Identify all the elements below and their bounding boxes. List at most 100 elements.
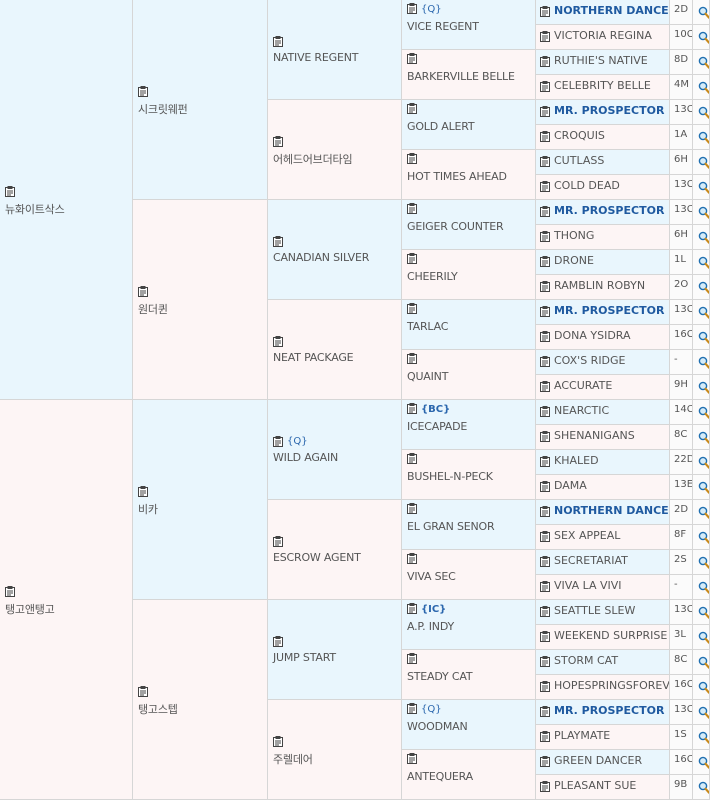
- clipboard-icon[interactable]: [540, 331, 550, 342]
- horse-name[interactable]: SECRETARIAT: [554, 554, 628, 567]
- clipboard-icon[interactable]: [407, 403, 417, 414]
- magnifier-icon[interactable]: [698, 306, 709, 319]
- clipboard-icon[interactable]: [540, 581, 550, 592]
- magnifier-icon[interactable]: [698, 606, 709, 619]
- clipboard-icon[interactable]: [540, 106, 550, 117]
- magnifier-icon[interactable]: [698, 631, 709, 644]
- clipboard-icon[interactable]: [273, 336, 283, 347]
- magnifier-icon[interactable]: [698, 131, 709, 144]
- gen5-horse-cell[interactable]: CUTLASS: [536, 150, 670, 175]
- clipboard-icon[interactable]: [540, 356, 550, 367]
- magnifier-icon[interactable]: [698, 231, 709, 244]
- search-cell[interactable]: [693, 550, 710, 575]
- gen5-horse-cell[interactable]: DAMA: [536, 475, 670, 500]
- gen4-horse-cell[interactable]: GOLD ALERT: [402, 100, 536, 150]
- horse-name[interactable]: A.P. INDY: [407, 620, 454, 633]
- horse-name[interactable]: GEIGER COUNTER: [407, 220, 504, 233]
- gen4-horse-cell[interactable]: ANTEQUERA: [402, 750, 536, 800]
- horse-name[interactable]: VICTORIA REGINA: [554, 29, 652, 42]
- gen5-horse-cell[interactable]: ACCURATE: [536, 375, 670, 400]
- horse-name[interactable]: QUAINT: [407, 370, 448, 383]
- search-cell[interactable]: [693, 275, 710, 300]
- search-cell[interactable]: [693, 0, 710, 25]
- search-cell[interactable]: [693, 175, 710, 200]
- magnifier-icon[interactable]: [698, 556, 709, 569]
- magnifier-icon[interactable]: [698, 256, 709, 269]
- clipboard-icon[interactable]: [540, 156, 550, 167]
- gen3-horse-cell[interactable]: 주렐데어: [268, 700, 402, 800]
- magnifier-icon[interactable]: [698, 406, 709, 419]
- horse-name[interactable]: NATIVE REGENT: [273, 51, 358, 64]
- horse-name[interactable]: CROQUIS: [554, 129, 605, 142]
- horse-name[interactable]: VICE REGENT: [407, 20, 479, 33]
- horse-name[interactable]: 뉴화이트삭스: [5, 201, 65, 217]
- horse-name[interactable]: STORM CAT: [554, 654, 618, 667]
- gen5-horse-cell[interactable]: PLAYMATE: [536, 725, 670, 750]
- clipboard-icon[interactable]: [540, 631, 550, 642]
- gen5-horse-cell[interactable]: SHENANIGANS: [536, 425, 670, 450]
- gen2-horse-cell[interactable]: 탱고스텝: [133, 600, 268, 800]
- horse-name[interactable]: GREEN DANCER: [554, 754, 642, 767]
- clipboard-icon[interactable]: [540, 256, 550, 267]
- horse-name[interactable]: 주렐데어: [273, 751, 313, 767]
- gen5-horse-cell[interactable]: MR. PROSPECTOR: [536, 100, 670, 125]
- horse-name[interactable]: MR. PROSPECTOR: [554, 704, 664, 717]
- gen5-horse-cell[interactable]: COLD DEAD: [536, 175, 670, 200]
- gen5-horse-cell[interactable]: MR. PROSPECTOR: [536, 700, 670, 725]
- magnifier-icon[interactable]: [698, 456, 709, 469]
- search-cell[interactable]: [693, 475, 710, 500]
- gen5-horse-cell[interactable]: VIVA LA VIVI: [536, 575, 670, 600]
- search-cell[interactable]: [693, 300, 710, 325]
- gen5-horse-cell[interactable]: VICTORIA REGINA: [536, 25, 670, 50]
- magnifier-icon[interactable]: [698, 756, 709, 769]
- magnifier-icon[interactable]: [698, 106, 709, 119]
- clipboard-icon[interactable]: [273, 236, 283, 247]
- horse-name[interactable]: SHENANIGANS: [554, 429, 635, 442]
- clipboard-icon[interactable]: [540, 56, 550, 67]
- magnifier-icon[interactable]: [698, 506, 709, 519]
- clipboard-icon[interactable]: [540, 731, 550, 742]
- gen3-horse-cell[interactable]: {Q} WILD AGAIN: [268, 400, 402, 500]
- clipboard-icon[interactable]: [5, 186, 15, 197]
- horse-name[interactable]: SEATTLE SLEW: [554, 604, 635, 617]
- clipboard-icon[interactable]: [407, 503, 417, 514]
- horse-name[interactable]: PLAYMATE: [554, 729, 610, 742]
- clipboard-icon[interactable]: [540, 206, 550, 217]
- search-cell[interactable]: [693, 525, 710, 550]
- gen3-horse-cell[interactable]: NATIVE REGENT: [268, 0, 402, 100]
- clipboard-icon[interactable]: [407, 303, 417, 314]
- horse-name[interactable]: WOODMAN: [407, 720, 468, 733]
- gen4-horse-cell[interactable]: TARLAC: [402, 300, 536, 350]
- clipboard-icon[interactable]: [540, 306, 550, 317]
- gen5-horse-cell[interactable]: STORM CAT: [536, 650, 670, 675]
- clipboard-icon[interactable]: [407, 53, 417, 64]
- horse-name[interactable]: SEX APPEAL: [554, 529, 620, 542]
- clipboard-icon[interactable]: [138, 286, 148, 297]
- magnifier-icon[interactable]: [698, 481, 709, 494]
- search-cell[interactable]: [693, 25, 710, 50]
- gen5-horse-cell[interactable]: DONA YSIDRA: [536, 325, 670, 350]
- magnifier-icon[interactable]: [698, 731, 709, 744]
- horse-name[interactable]: MR. PROSPECTOR: [554, 104, 664, 117]
- gen4-horse-cell[interactable]: {BC} ICECAPADE: [402, 400, 536, 450]
- clipboard-icon[interactable]: [407, 253, 417, 264]
- gen4-horse-cell[interactable]: GEIGER COUNTER: [402, 200, 536, 250]
- horse-name[interactable]: RAMBLIN ROBYN: [554, 279, 645, 292]
- gen3-horse-cell[interactable]: NEAT PACKAGE: [268, 300, 402, 400]
- clipboard-icon[interactable]: [273, 136, 283, 147]
- clipboard-icon[interactable]: [540, 756, 550, 767]
- gen1-horse-cell[interactable]: 탱고앤탱고: [0, 400, 133, 800]
- gen5-horse-cell[interactable]: WEEKEND SURPRISE: [536, 625, 670, 650]
- clipboard-icon[interactable]: [540, 606, 550, 617]
- horse-name[interactable]: DRONE: [554, 254, 594, 267]
- gen5-horse-cell[interactable]: MR. PROSPECTOR: [536, 300, 670, 325]
- clipboard-icon[interactable]: [540, 781, 550, 792]
- gen5-horse-cell[interactable]: RUTHIE'S NATIVE: [536, 50, 670, 75]
- gen5-horse-cell[interactable]: GREEN DANCER: [536, 750, 670, 775]
- search-cell[interactable]: [693, 125, 710, 150]
- horse-name[interactable]: 시크릿웨펀: [138, 101, 188, 117]
- search-cell[interactable]: [693, 775, 710, 800]
- gen5-horse-cell[interactable]: NORTHERN DANCER: [536, 0, 670, 25]
- search-cell[interactable]: [693, 375, 710, 400]
- gen5-horse-cell[interactable]: NEARCTIC: [536, 400, 670, 425]
